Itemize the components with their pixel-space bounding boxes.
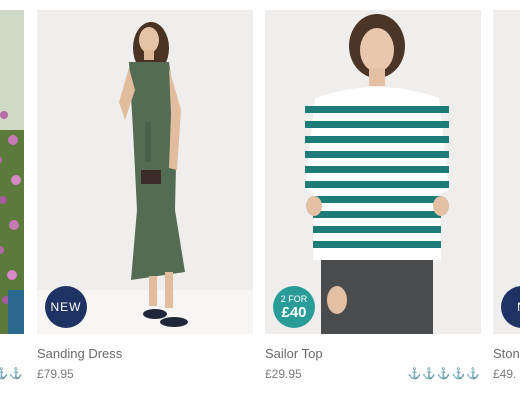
product-name[interactable]: Sailor Top — [265, 346, 323, 361]
product-card-partial-left[interactable]: ⚓⚓⚓ — [0, 10, 24, 390]
offer-badge: 2 FOR £40 — [273, 286, 315, 328]
product-card-partial-right[interactable]: N Ston £49. — [493, 10, 520, 390]
rating-anchors: ⚓⚓⚓⚓⚓ — [407, 368, 481, 380]
product-card-sailor-top[interactable]: 2 FOR £40 Sailor Top £29.95 ⚓⚓⚓⚓⚓ — [265, 10, 481, 390]
new-badge: NEW — [45, 286, 87, 328]
product-image[interactable]: 2 FOR £40 — [265, 10, 481, 334]
flower-garden-photo — [0, 10, 24, 334]
product-name[interactable]: Ston — [493, 346, 520, 361]
product-price: £79.95 — [37, 367, 74, 381]
product-carousel: ⚓⚓⚓ — [0, 0, 520, 400]
product-image[interactable] — [0, 10, 24, 334]
product-price: £29.95 — [265, 367, 302, 381]
offer-badge-line2: £40 — [281, 303, 307, 321]
product-image[interactable]: N — [493, 10, 520, 334]
model-photo — [493, 10, 520, 334]
rating-anchors: ⚓⚓⚓ — [0, 368, 24, 380]
product-card-sanding-dress[interactable]: NEW Sanding Dress £79.95 — [37, 10, 253, 390]
product-image[interactable]: NEW — [37, 10, 253, 334]
product-name[interactable]: Sanding Dress — [37, 346, 122, 361]
product-price: £49. — [493, 367, 517, 381]
offer-badge-line1: 2 FOR — [280, 293, 308, 304]
